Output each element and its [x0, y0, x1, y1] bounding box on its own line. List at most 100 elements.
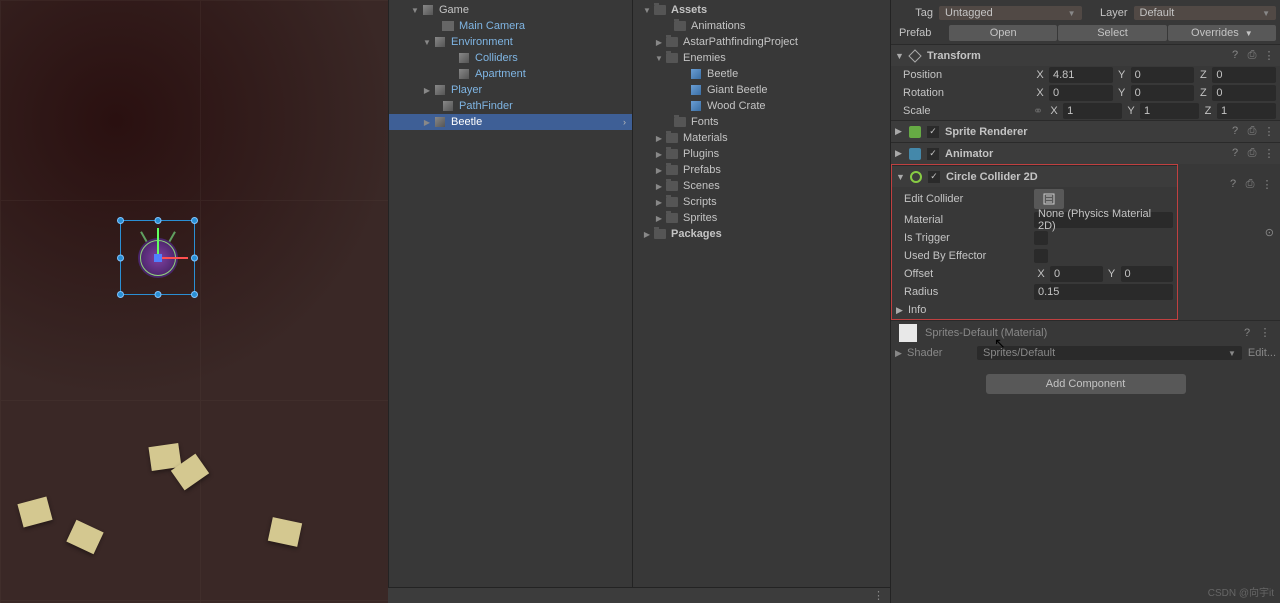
help-icon[interactable]: ?	[1228, 49, 1242, 62]
project-item-woodcrate[interactable]: Wood Crate	[633, 98, 890, 114]
info-label[interactable]: Info	[908, 304, 926, 316]
project-item-prefabs[interactable]: ▶ Prefabs	[633, 162, 890, 178]
help-icon[interactable]: ?	[1240, 327, 1254, 339]
expand-arrow-icon[interactable]: ▶	[653, 164, 665, 176]
offset-x-field[interactable]: 0	[1050, 266, 1103, 282]
project-item-scripts[interactable]: ▶ Scripts	[633, 194, 890, 210]
expand-arrow-icon[interactable]: ▶	[896, 305, 908, 316]
material-preview	[899, 324, 917, 342]
spriterenderer-icon	[907, 124, 923, 140]
project-item-sprites[interactable]: ▶ Sprites	[633, 210, 890, 226]
scene-viewport[interactable]	[0, 0, 388, 603]
expand-arrow-icon[interactable]: ▶	[421, 84, 433, 96]
shader-dropdown[interactable]: Sprites/Default ▼	[977, 346, 1242, 360]
spriterenderer-header[interactable]: ▶ ✓ Sprite Renderer ? ⎙ ⋮	[891, 120, 1280, 142]
hierarchy-item-apartment[interactable]: Apartment	[389, 66, 632, 82]
expand-arrow-icon[interactable]: ▼	[895, 51, 907, 61]
preset-icon[interactable]: ⎙	[1245, 125, 1259, 138]
rotation-y-field[interactable]: 0	[1131, 85, 1195, 101]
axis-y-label: Y	[1115, 69, 1129, 81]
help-icon[interactable]: ?	[1226, 178, 1240, 191]
expand-arrow-icon[interactable]: ▶	[653, 212, 665, 224]
hierarchy-item-game[interactable]: ▼ Game	[389, 2, 632, 18]
preset-icon[interactable]: ⎙	[1243, 178, 1257, 191]
layer-dropdown[interactable]: Default▼	[1134, 6, 1277, 20]
enable-checkbox[interactable]: ✓	[928, 171, 940, 183]
project-item-materials[interactable]: ▶ Materials	[633, 130, 890, 146]
project-item-assets[interactable]: ▼ Assets	[633, 2, 890, 18]
menu-icon[interactable]: ⋮	[1262, 125, 1276, 138]
project-item-beetle[interactable]: Beetle	[633, 66, 890, 82]
rotation-x-field[interactable]: 0	[1049, 85, 1113, 101]
hierarchy-item-maincamera[interactable]: Main Camera	[389, 18, 632, 34]
project-item-packages[interactable]: ▶ Packages	[633, 226, 890, 242]
menu-icon[interactable]: ⋮	[1258, 326, 1272, 339]
hierarchy-item-beetle[interactable]: ▶ Beetle ›	[389, 114, 632, 130]
axis-z-label: Z	[1196, 69, 1210, 81]
prefab-select-button[interactable]: Select	[1058, 25, 1166, 41]
expand-arrow-icon[interactable]: ▼	[641, 4, 653, 16]
material-header[interactable]: Sprites-Default (Material) ? ⋮	[891, 320, 1280, 344]
prefab-open-icon[interactable]: ›	[623, 117, 626, 127]
hierarchy-item-environment[interactable]: ▼ Environment	[389, 34, 632, 50]
hierarchy-item-colliders[interactable]: Colliders	[389, 50, 632, 66]
project-item-animations[interactable]: Animations	[633, 18, 890, 34]
istrigger-checkbox[interactable]	[1034, 231, 1048, 245]
radius-field[interactable]: 0.15	[1034, 284, 1173, 300]
project-item-fonts[interactable]: Fonts	[633, 114, 890, 130]
enable-checkbox[interactable]: ✓	[927, 126, 939, 138]
animator-header[interactable]: ▶ ✓ Animator ? ⎙ ⋮	[891, 142, 1280, 164]
position-z-field[interactable]: 0	[1212, 67, 1276, 83]
expand-arrow-icon[interactable]: ▶	[641, 228, 653, 240]
enable-checkbox[interactable]: ✓	[927, 148, 939, 160]
expand-arrow-icon[interactable]: ▼	[409, 4, 421, 16]
rotation-z-field[interactable]: 0	[1212, 85, 1276, 101]
menu-icon[interactable]: ⋮	[873, 589, 884, 602]
scale-link-icon[interactable]: ⚭	[1033, 104, 1043, 118]
project-item-scenes[interactable]: ▶ Scenes	[633, 178, 890, 194]
usedbyeffector-checkbox[interactable]	[1034, 249, 1048, 263]
expand-arrow-icon[interactable]: ▶	[653, 148, 665, 160]
prefab-overrides-button[interactable]: Overrides▼	[1168, 25, 1276, 41]
selection-gizmo[interactable]	[120, 220, 195, 295]
position-y-field[interactable]: 0	[1131, 67, 1195, 83]
preset-icon[interactable]: ⎙	[1245, 49, 1259, 62]
offset-y-field[interactable]: 0	[1121, 266, 1174, 282]
expand-arrow-icon[interactable]: ▼	[896, 172, 908, 182]
expand-arrow-icon[interactable]: ▶	[653, 196, 665, 208]
scale-z-field[interactable]: 1	[1217, 103, 1276, 119]
help-icon[interactable]: ?	[1228, 125, 1242, 138]
edit-button[interactable]: Edit...	[1248, 347, 1276, 359]
object-picker-icon[interactable]: ⊙	[1265, 227, 1274, 239]
help-icon[interactable]: ?	[1228, 147, 1242, 160]
tag-dropdown[interactable]: Untagged▼	[939, 6, 1082, 20]
expand-arrow-icon[interactable]: ▶	[895, 148, 907, 159]
expand-arrow-icon[interactable]: ▶	[895, 348, 907, 359]
transform-header[interactable]: ▼ Transform ? ⎙ ⋮	[891, 44, 1280, 66]
expand-arrow-icon[interactable]: ▶	[653, 180, 665, 192]
expand-arrow-icon[interactable]: ▶	[653, 132, 665, 144]
project-item-astar[interactable]: ▶ AstarPathfindingProject	[633, 34, 890, 50]
project-item-enemies[interactable]: ▼ Enemies	[633, 50, 890, 66]
circlecollider-header[interactable]: ▼ ✓ Circle Collider 2D	[892, 165, 1177, 187]
expand-arrow-icon[interactable]: ▶	[895, 126, 907, 137]
scale-x-field[interactable]: 1	[1063, 103, 1122, 119]
scale-y-field[interactable]: 1	[1140, 103, 1199, 119]
add-component-button[interactable]: Add Component	[986, 374, 1186, 394]
menu-icon[interactable]: ⋮	[1262, 147, 1276, 160]
expand-arrow-icon[interactable]: ▼	[421, 36, 433, 48]
preset-icon[interactable]: ⎙	[1245, 147, 1259, 160]
position-x-field[interactable]: 4.81	[1049, 67, 1113, 83]
project-item-plugins[interactable]: ▶ Plugins	[633, 146, 890, 162]
project-item-giantbeetle[interactable]: Giant Beetle	[633, 82, 890, 98]
expand-arrow-icon[interactable]: ▶	[653, 36, 665, 48]
menu-icon[interactable]: ⋮	[1262, 49, 1276, 62]
menu-icon[interactable]: ⋮	[1260, 178, 1274, 191]
material-field[interactable]: None (Physics Material 2D)	[1034, 212, 1173, 228]
prefab-open-button[interactable]: Open	[949, 25, 1057, 41]
expand-arrow-icon[interactable]: ▼	[653, 52, 665, 64]
hierarchy-item-player[interactable]: ▶ Player	[389, 82, 632, 98]
hierarchy-item-pathfinder[interactable]: PathFinder	[389, 98, 632, 114]
edit-collider-button[interactable]	[1034, 189, 1064, 209]
expand-arrow-icon[interactable]: ▶	[421, 116, 433, 128]
